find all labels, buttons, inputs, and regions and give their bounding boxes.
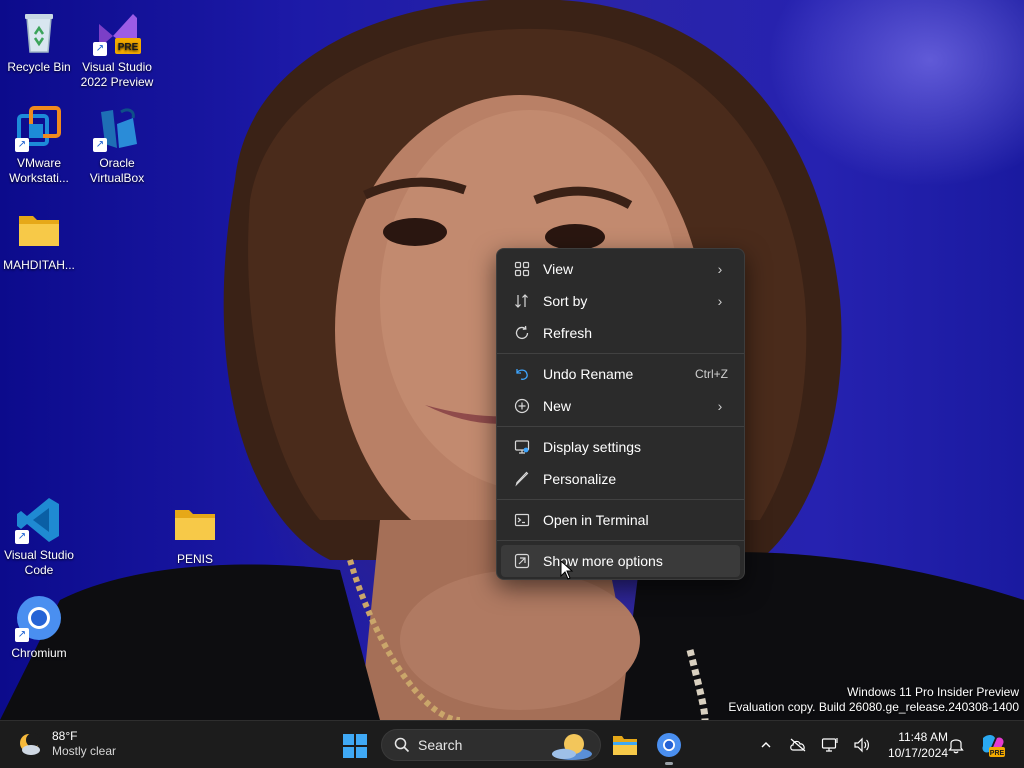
virtualbox-icon: ↗ <box>93 104 141 152</box>
weather-moon-cloud-icon <box>16 731 42 757</box>
chevron-right-icon: › <box>717 293 723 309</box>
desktop-icon-label: Recycle Bin <box>7 60 71 74</box>
menu-item-label: New <box>543 398 572 414</box>
desktop-icon-recycle-bin[interactable]: Recycle Bin <box>0 8 78 75</box>
svg-text:PRE: PRE <box>990 750 1005 757</box>
menu-item-label: Undo Rename <box>543 366 634 382</box>
shortcut-arrow-icon: ↗ <box>93 138 107 152</box>
menu-separator <box>497 499 744 500</box>
display-icon <box>513 438 531 456</box>
desktop-icon-label: PENIS <box>176 552 213 566</box>
menu-item-display-settings[interactable]: Display settings <box>501 431 740 463</box>
refresh-icon <box>513 324 531 342</box>
shortcut-arrow-icon: ↗ <box>93 42 107 56</box>
plus-circle-icon <box>513 397 531 415</box>
desktop-icon-label: Visual Studio 2022 Preview <box>80 60 154 89</box>
folder-icon <box>171 500 219 548</box>
menu-item-refresh[interactable]: Refresh <box>501 317 740 349</box>
weather-condition: Mostly clear <box>52 744 117 758</box>
menu-item-personalize[interactable]: Personalize <box>501 463 740 495</box>
weather-widget[interactable]: 88°F Mostly clear <box>16 729 116 759</box>
clock-time: 11:48 AM <box>898 730 948 744</box>
search-highlight-sun-icon <box>552 734 592 760</box>
menu-separator <box>497 353 744 354</box>
running-indicator <box>665 762 673 765</box>
desktop-icon-label: Chromium <box>11 646 67 660</box>
weather-temperature: 88°F <box>52 729 78 743</box>
grid-icon <box>513 260 531 278</box>
terminal-icon <box>513 511 531 529</box>
search-icon <box>394 737 410 753</box>
vmware-icon: ↗ <box>15 104 63 152</box>
vscode-icon: ↗ <box>15 496 63 544</box>
svg-text:PRE: PRE <box>118 42 139 53</box>
chromium-icon <box>657 733 681 757</box>
menu-item-label: Open in Terminal <box>543 512 649 528</box>
taskbar-file-explorer[interactable] <box>605 729 645 761</box>
menu-item-label: View <box>543 261 574 277</box>
brush-icon <box>513 470 531 488</box>
watermark-build: Evaluation copy. Build 26080.ge_release.… <box>728 700 1019 714</box>
chromium-icon: ↗ <box>15 594 63 642</box>
menu-item-new[interactable]: New › <box>501 390 740 422</box>
desktop-icon-folder-penis[interactable]: PENIS <box>156 500 234 567</box>
shortcut-arrow-icon: ↗ <box>15 628 29 642</box>
shortcut-arrow-icon: ↗ <box>15 530 29 544</box>
sort-icon <box>513 292 531 310</box>
shortcut-arrow-icon: ↗ <box>15 138 29 152</box>
menu-item-sort-by[interactable]: Sort by › <box>501 285 740 317</box>
taskbar-clock[interactable]: 11:48 AM 10/17/2024 <box>872 729 948 761</box>
file-explorer-icon <box>613 736 637 755</box>
desktop-icon-label: Oracle VirtualBox <box>89 156 145 185</box>
menu-item-accelerator: Ctrl+Z <box>695 367 728 381</box>
menu-separator <box>497 426 744 427</box>
network-icon[interactable] <box>814 729 846 761</box>
desktop-icon-label: Visual Studio Code <box>4 548 74 577</box>
search-label: Search <box>418 737 463 753</box>
mouse-cursor-icon <box>560 560 574 580</box>
undo-icon <box>513 365 531 383</box>
windows-logo-icon <box>343 734 367 758</box>
more-options-icon <box>513 552 531 570</box>
menu-separator <box>497 540 744 541</box>
evaluation-watermark: Windows 11 Pro Insider Preview Evaluatio… <box>728 685 1019 715</box>
menu-item-label: Refresh <box>543 325 593 341</box>
chevron-right-icon: › <box>717 398 723 414</box>
folder-icon <box>15 206 63 254</box>
menu-item-open-in-terminal[interactable]: Open in Terminal <box>501 504 740 536</box>
desktop-icon-oracle-virtualbox[interactable]: ↗ Oracle VirtualBox <box>78 104 156 186</box>
taskbar-search-box[interactable]: Search <box>381 729 601 761</box>
visual-studio-icon: PRE ↗ <box>93 8 141 56</box>
watermark-edition: Windows 11 Pro Insider Preview <box>847 685 1019 699</box>
desktop-icon-label: MAHDITAH... <box>3 258 75 272</box>
desktop-icon-visual-studio-code[interactable]: ↗ Visual Studio Code <box>0 496 78 578</box>
desktop-icon-chromium[interactable]: ↗ Chromium <box>0 594 78 661</box>
menu-item-label: Display settings <box>543 439 642 455</box>
taskbar-chromium[interactable] <box>649 729 689 765</box>
menu-item-view[interactable]: View › <box>501 253 740 285</box>
copilot-icon[interactable]: PRE <box>976 729 1008 761</box>
chevron-right-icon: › <box>717 261 723 277</box>
menu-item-undo-rename[interactable]: Undo Rename Ctrl+Z <box>501 358 740 390</box>
onedrive-offline-icon[interactable] <box>782 729 814 761</box>
notifications-bell-icon[interactable] <box>940 729 972 761</box>
menu-item-show-more-options[interactable]: Show more options <box>501 545 740 577</box>
start-button[interactable] <box>341 732 369 760</box>
menu-item-label: Sort by <box>543 293 588 309</box>
menu-item-label: Personalize <box>543 471 617 487</box>
desktop-icon-folder-mahditah[interactable]: MAHDITAH... <box>0 206 78 273</box>
desktop-icon-label: VMware Workstati... <box>9 156 69 185</box>
system-tray <box>750 721 878 768</box>
desktop-context-menu: View › Sort by › Refresh Undo Rename Ctr… <box>496 248 745 580</box>
taskbar: 88°F Mostly clear Search 11:48 AM 10/17/… <box>0 720 1024 768</box>
clock-date: 10/17/2024 <box>887 746 948 760</box>
desktop-icon-visual-studio-2022-preview[interactable]: PRE ↗ Visual Studio 2022 Preview <box>78 8 156 90</box>
show-hidden-icons-chevron-icon[interactable] <box>750 729 782 761</box>
recycle-bin-icon <box>15 8 63 56</box>
desktop-icon-vmware-workstation[interactable]: ↗ VMware Workstati... <box>0 104 78 186</box>
